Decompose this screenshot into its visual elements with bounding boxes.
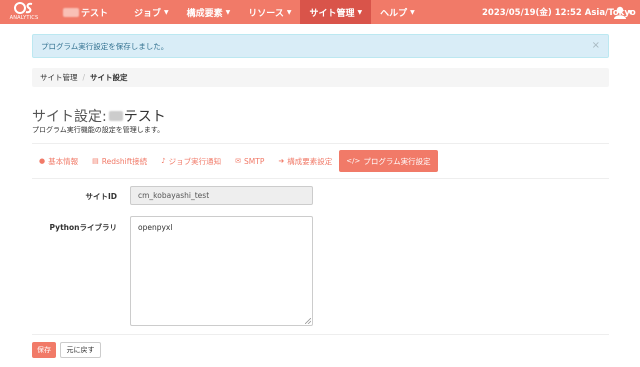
- main-menu: ジョブ ▼ 構成要素 ▼ リソース ▼ サイト管理 ▼ ヘルプ ▼: [125, 0, 424, 24]
- chevron-down-icon: ▼: [225, 8, 231, 16]
- chevron-down-icon: ▼: [628, 8, 633, 16]
- page-title: サイト設定: テスト: [32, 109, 166, 125]
- nav-item-jobs[interactable]: ジョブ ▼: [125, 0, 178, 24]
- divider: [32, 178, 609, 179]
- tab-basic-info[interactable]: ● 基本情報: [32, 150, 85, 172]
- nav-item-site-admin[interactable]: サイト管理 ▼: [300, 0, 372, 24]
- tab-component-settings[interactable]: ➜ 構成要素設定: [271, 150, 339, 172]
- breadcrumb-separator: /: [82, 73, 86, 82]
- logo-icon: [14, 2, 33, 14]
- site-name-label: テスト: [81, 8, 109, 19]
- chevron-down-icon: ▼: [286, 8, 292, 16]
- nav-item-help[interactable]: ヘルプ ▼: [371, 0, 424, 24]
- user-menu-button[interactable]: ▼: [614, 0, 640, 24]
- site-name[interactable]: テスト: [63, 0, 108, 24]
- database-icon: ▤: [92, 157, 99, 165]
- close-icon[interactable]: ×: [592, 40, 600, 51]
- resize-grip-icon[interactable]: [305, 318, 311, 324]
- info-circle-icon: ●: [39, 157, 46, 165]
- python-library-textarea[interactable]: openpyxl: [130, 216, 313, 326]
- alert-message: プログラム実行設定を保存しました。: [41, 41, 169, 51]
- nav-item-resources[interactable]: リソース ▼: [239, 0, 300, 24]
- logo[interactable]: ANALYTICS: [4, 1, 44, 23]
- sign-in-icon: ➜: [278, 157, 285, 165]
- divider: [32, 143, 609, 144]
- redacted-text: [63, 7, 79, 17]
- tab-smtp[interactable]: ✉ SMTP: [228, 150, 271, 172]
- breadcrumb-item-current: サイト設定: [90, 73, 128, 82]
- chevron-down-icon: ▼: [410, 8, 415, 16]
- page-subtitle: プログラム実行機能の設定を管理します。: [32, 126, 165, 134]
- divider: [32, 334, 609, 335]
- logo-text: ANALYTICS: [9, 15, 39, 21]
- tab-program-execution[interactable]: </> プログラム実行設定: [339, 150, 438, 172]
- breadcrumb-item-site-admin[interactable]: サイト管理: [40, 72, 78, 83]
- settings-tabs: ● 基本情報 ▤ Redshift接続 ♪ ジョブ実行通知 ✉ SMTP ➜ 構…: [32, 150, 438, 172]
- breadcrumb: サイト管理 / サイト設定: [32, 68, 609, 87]
- success-alert: プログラム実行設定を保存しました。 ×: [32, 34, 609, 58]
- site-id-field: cm_kobayashi_test: [130, 186, 313, 205]
- redacted-text: [108, 111, 123, 121]
- chevron-down-icon: ▼: [357, 8, 363, 16]
- current-datetime: 2023/05/19(金) 12:52 Asia/Tokyo: [482, 8, 636, 18]
- chevron-down-icon: ▼: [164, 8, 169, 16]
- python-library-value: openpyxl: [138, 223, 173, 232]
- bell-icon: ♪: [161, 157, 166, 165]
- save-button[interactable]: 保存: [32, 342, 56, 358]
- python-library-label: Pythonライブラリ: [49, 223, 117, 232]
- code-icon: </>: [346, 157, 361, 165]
- top-navbar: ANALYTICS テスト ジョブ ▼ 構成要素 ▼ リソース ▼ サイト管理 ▼ ヘル…: [0, 0, 640, 24]
- tab-job-notification[interactable]: ♪ ジョブ実行通知: [154, 150, 228, 172]
- site-id-label: サイトID: [85, 192, 117, 201]
- tab-redshift[interactable]: ▤ Redshift接続: [85, 150, 154, 172]
- user-icon: [614, 6, 626, 19]
- envelope-icon: ✉: [235, 157, 242, 165]
- nav-item-components[interactable]: 構成要素 ▼: [178, 0, 240, 24]
- reset-button[interactable]: 元に戻す: [60, 342, 101, 358]
